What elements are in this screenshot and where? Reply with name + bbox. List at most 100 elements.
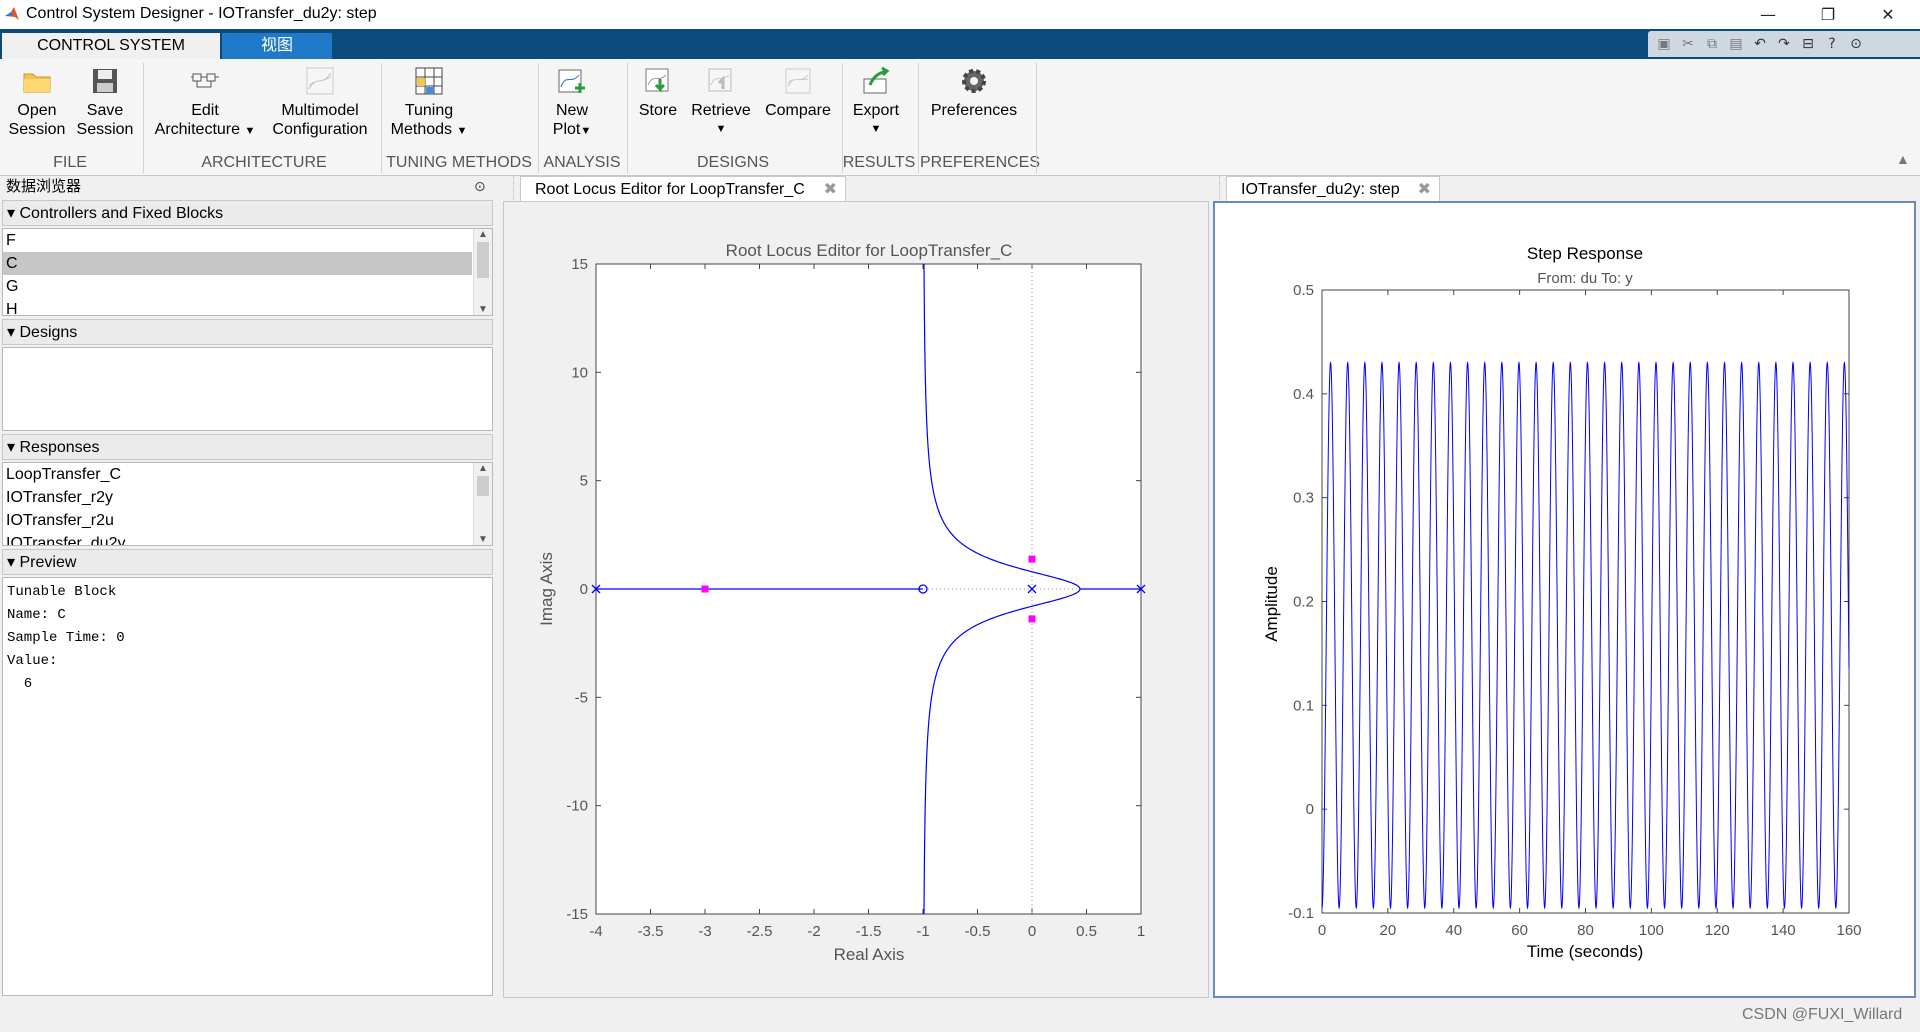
- store-icon: [645, 68, 669, 93]
- edit-architecture-button[interactable]: Edit Architecture ▼: [150, 65, 260, 141]
- response-item[interactable]: IOTransfer_r2y: [3, 486, 472, 509]
- panel-menu-icon[interactable]: ⊙: [474, 178, 486, 195]
- retrieve-button[interactable]: Retrieve ▼: [688, 65, 754, 139]
- scroll-down-icon[interactable]: ▼: [474, 534, 492, 545]
- new-plot-label-2: Plot: [552, 121, 581, 138]
- dropdown-caret-icon: ▼: [715, 123, 727, 135]
- help-icon[interactable]: ?: [1822, 35, 1842, 53]
- controller-item[interactable]: G: [3, 275, 472, 298]
- scroll-up-icon[interactable]: ▲: [474, 463, 492, 474]
- preferences-button[interactable]: Preferences: [926, 65, 1022, 120]
- y-tick-label: 15: [571, 256, 588, 273]
- section-designs-header[interactable]: ▾ Designs: [2, 319, 493, 345]
- store-button[interactable]: Store: [634, 65, 682, 120]
- data-browser-title: 数据浏览器: [6, 178, 82, 195]
- step-response-plot[interactable]: Step Response From: du To: y Time (secon…: [1215, 203, 1914, 996]
- x-tick-label: 0.5: [1076, 923, 1097, 940]
- close-tab-icon[interactable]: ✖: [824, 177, 837, 203]
- x-tick-label: -4: [589, 923, 602, 940]
- controller-item[interactable]: H: [3, 298, 472, 315]
- root-locus-xlabel: Real Axis: [834, 945, 905, 964]
- y-tick-label: 0: [580, 581, 588, 598]
- paste-icon[interactable]: ▤: [1726, 35, 1746, 53]
- switch-windows-icon[interactable]: ⊟: [1798, 35, 1818, 53]
- restore-button[interactable]: ❐: [1800, 0, 1856, 29]
- closed-loop-pole-marker: [1028, 555, 1036, 563]
- quick-access-toolbar: ▣ ✂ ⧉ ▤ ↶ ↷ ⊟ ? ⊙: [1648, 31, 1920, 57]
- preferences-label: Preferences: [930, 102, 1018, 119]
- compare-label: Compare: [765, 102, 831, 119]
- y-tick-label: -10: [566, 798, 588, 815]
- minimize-button[interactable]: —: [1740, 0, 1796, 29]
- tab-view[interactable]: 视图: [222, 33, 332, 59]
- tuning-grid-icon: [415, 67, 443, 95]
- controller-item[interactable]: F: [3, 229, 472, 252]
- section-preview-header[interactable]: ▾ Preview: [2, 549, 493, 575]
- group-label-architecture: ARCHITECTURE: [201, 154, 327, 171]
- preview-line: Value:: [7, 653, 58, 669]
- gear-icon: [962, 69, 986, 93]
- matlab-logo-icon: [5, 7, 19, 20]
- new-plot-button[interactable]: New Plot▼: [542, 65, 602, 141]
- scroll-thumb[interactable]: [477, 242, 489, 278]
- redo-icon[interactable]: ↷: [1774, 35, 1794, 53]
- tab-root-locus-editor[interactable]: Root Locus Editor for LoopTransfer_C ✖: [520, 176, 846, 202]
- close-tab-icon[interactable]: ✖: [1418, 177, 1431, 203]
- export-button[interactable]: Export ▼: [848, 65, 904, 139]
- group-separator: [143, 63, 144, 173]
- y-tick-label: 0.1: [1293, 697, 1314, 714]
- response-item[interactable]: LoopTransfer_C: [3, 463, 472, 486]
- controllers-scrollbar[interactable]: ▲ ▼: [473, 229, 492, 315]
- multimodel-label-1: Multimodel: [281, 102, 359, 119]
- root-locus-plot[interactable]: Root Locus Editor for LoopTransfer_C Rea…: [504, 202, 1208, 997]
- y-tick-label: 0.3: [1293, 490, 1314, 507]
- scroll-down-icon[interactable]: ▼: [474, 304, 492, 315]
- step-subtitle: From: du To: y: [1537, 270, 1633, 287]
- group-label-tuning-methods: TUNING METHODS: [386, 154, 532, 171]
- x-tick-label: 160: [1836, 922, 1861, 939]
- multimodel-icon: [306, 67, 334, 95]
- x-tick-label: 140: [1771, 922, 1796, 939]
- section-controllers-header[interactable]: ▾ Controllers and Fixed Blocks: [2, 200, 493, 226]
- dropdown-caret-icon: ▼: [870, 123, 882, 135]
- y-tick-label: -0.1: [1288, 905, 1314, 922]
- x-tick-label: -0.5: [965, 923, 991, 940]
- undo-icon[interactable]: ↶: [1750, 35, 1770, 53]
- scroll-thumb[interactable]: [477, 476, 489, 496]
- tab-step-response[interactable]: IOTransfer_du2y: step ✖: [1226, 176, 1440, 202]
- multimodel-label-2: Configuration: [272, 121, 368, 138]
- save-icon[interactable]: ▣: [1654, 35, 1674, 53]
- response-item[interactable]: IOTransfer_r2u: [3, 509, 472, 532]
- controllers-header-label: Controllers and Fixed Blocks: [19, 205, 224, 222]
- save-session-label-1: Save: [86, 102, 124, 119]
- tab-control-system[interactable]: CONTROL SYSTEM: [2, 33, 220, 59]
- y-tick-label: 0.5: [1293, 282, 1314, 299]
- dropdown-caret-icon: ▼: [456, 125, 468, 137]
- multimodel-configuration-button[interactable]: Multimodel Configuration: [262, 65, 378, 139]
- expand-toolstrip-icon[interactable]: ⊙: [1846, 35, 1866, 53]
- group-separator: [918, 63, 919, 173]
- designs-list: [2, 347, 493, 431]
- designs-header-label: Designs: [19, 324, 78, 341]
- compare-button[interactable]: Compare: [762, 65, 834, 120]
- close-button[interactable]: ✕: [1860, 0, 1916, 29]
- collapse-triangle-icon: ▾: [7, 554, 16, 571]
- block-diagram-icon: [191, 73, 219, 88]
- cut-icon[interactable]: ✂: [1678, 35, 1698, 53]
- responses-scrollbar[interactable]: ▲ ▼: [473, 463, 492, 545]
- section-responses-header[interactable]: ▾ Responses: [2, 434, 493, 460]
- collapse-toolstrip-icon[interactable]: ▲: [1896, 151, 1910, 167]
- window-title: Control System Designer - IOTransfer_du2…: [26, 5, 377, 22]
- edit-architecture-label-1: Edit: [191, 102, 219, 119]
- store-label: Store: [638, 102, 678, 119]
- copy-icon[interactable]: ⧉: [1702, 35, 1722, 53]
- controller-item[interactable]: C: [3, 252, 472, 275]
- save-session-button[interactable]: Save Session: [72, 65, 138, 139]
- folder-icon: [23, 73, 51, 93]
- retrieve-icon: [708, 68, 732, 92]
- collapse-triangle-icon: ▾: [7, 439, 16, 456]
- tuning-methods-button[interactable]: Tuning Methods ▼: [386, 65, 472, 141]
- open-session-button[interactable]: Open Session: [6, 65, 68, 139]
- scroll-up-icon[interactable]: ▲: [474, 229, 492, 240]
- response-item[interactable]: IOTransfer_du2y: [3, 532, 472, 545]
